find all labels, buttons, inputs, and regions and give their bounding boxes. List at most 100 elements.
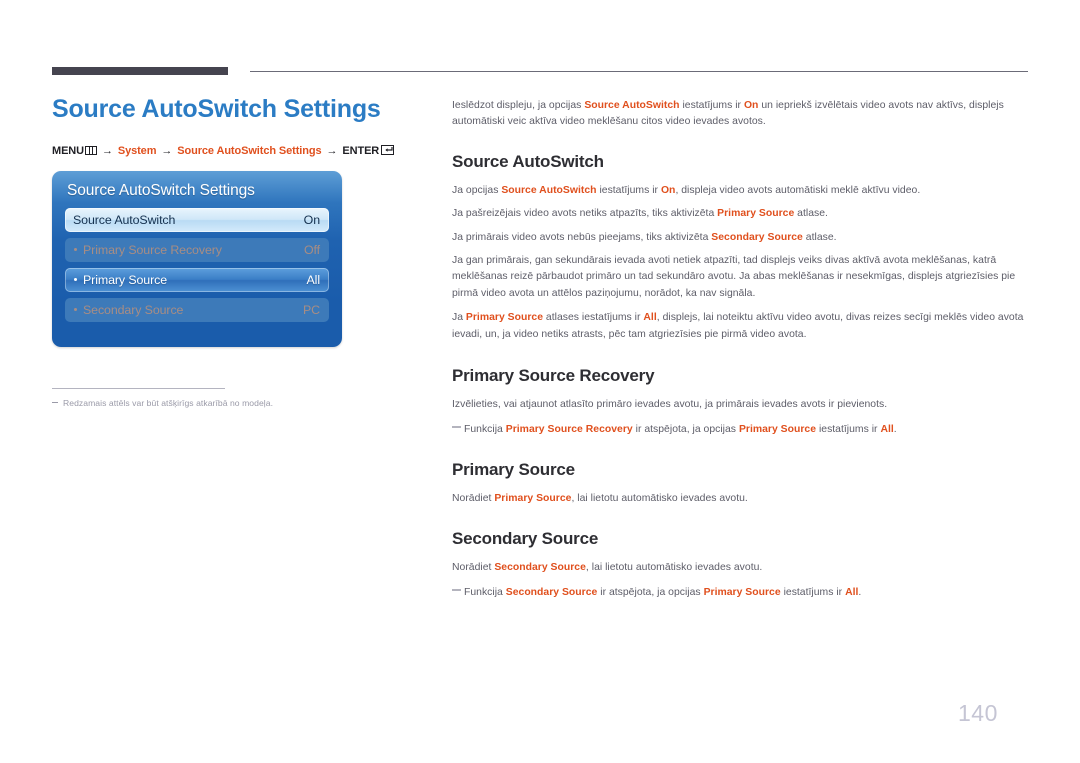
section-source-autoswitch: Source AutoSwitch Ja opcijas Source Auto… (452, 152, 1030, 344)
para-keyword-1: Source AutoSwitch (501, 185, 597, 197)
enter-return-icon (381, 144, 395, 155)
section-heading: Secondary Source (452, 529, 599, 549)
left-footnote: Redzamais attēls var būt atšķirīgs atkar… (52, 388, 392, 408)
footnote-keyword-1: Primary Source Recovery (505, 423, 633, 435)
footnote-text-d: . (858, 587, 862, 599)
right-column: Ieslēdzot displeju, ja opcijas Source Au… (452, 98, 1030, 601)
intro-text-a: Ieslēdzot displeju, ja opcijas (452, 100, 585, 111)
header-accent-bar (52, 67, 228, 75)
section-heading: Source AutoSwitch (452, 152, 604, 172)
section-paragraph: Ja Primary Source atlases iestatījums ir… (452, 310, 1030, 344)
osd-row-label-wrap: Source AutoSwitch (73, 213, 175, 227)
para-keyword-1: Primary Source (465, 312, 544, 324)
section-paragraph: Norādiet Primary Source, lai lietotu aut… (452, 491, 1030, 507)
osd-row-label: Primary Source Recovery (83, 242, 222, 257)
footnote-text-b: ir atspējota, ja opcijas (632, 423, 739, 435)
footnote-keyword-3: All (845, 587, 859, 599)
footnote-dash-icon (52, 402, 58, 403)
osd-row-value: Off (304, 242, 320, 257)
footnote-text-c: iestatījums ir (816, 423, 881, 435)
footnote-dash-icon (452, 589, 461, 592)
section-secondary-source: Secondary Source Norādiet Secondary Sour… (452, 529, 1030, 601)
osd-row-secondary-source[interactable]: Secondary Source PC (65, 297, 329, 322)
para-text-b: iestatījums ir (596, 185, 661, 197)
footnote-keyword-2: Primary Source (738, 423, 817, 435)
footnote-text-wrap: Redzamais attēls var būt atšķirīgs atkar… (52, 398, 392, 408)
page-number: 140 (958, 700, 998, 726)
bullet-icon (74, 248, 77, 251)
footnote-keyword-3: All (880, 423, 894, 435)
osd-row-list: Source AutoSwitch On Primary Source Reco… (52, 207, 342, 322)
footnote-text-d: . (893, 423, 897, 435)
breadcrumb: MENU → System → Source AutoSwitch Settin… (52, 144, 424, 157)
breadcrumb-menu-label: MENU (52, 144, 84, 157)
breadcrumb-arrow-2: → (161, 144, 173, 157)
page-title: Source AutoSwitch Settings (52, 95, 381, 123)
footnote-keyword-1: Secondary Source (505, 587, 598, 599)
osd-row-value: PC (302, 302, 320, 317)
header-rule-line (250, 71, 1028, 72)
menu-grid-icon (85, 145, 97, 155)
para-text-c: atlase. (802, 231, 837, 243)
bullet-icon (74, 308, 77, 311)
para-text-a: Norādiet (452, 562, 495, 574)
footnote-text-c: iestatījums ir (780, 587, 846, 599)
breadcrumb-enter-label: ENTER (342, 144, 380, 157)
intro-text-b: iestatījums ir (679, 100, 744, 111)
bullet-icon (74, 278, 77, 281)
section-paragraph: Ja primārais video avots nebūs pieejams,… (452, 230, 1030, 246)
para-text-c: atlase. (794, 208, 828, 220)
breadcrumb-arrow-1: → (101, 144, 113, 157)
footnote-keyword-2: Primary Source (703, 587, 781, 599)
para-text-a: Ja primārais video avots nebūs pieejams,… (452, 231, 712, 243)
osd-panel-title: Source AutoSwitch Settings (67, 181, 255, 199)
osd-row-primary-source-recovery[interactable]: Primary Source Recovery Off (65, 237, 329, 262)
section-paragraph: Ja pašreizējais video avots netiks atpaz… (452, 206, 1030, 222)
para-keyword-1: Secondary Source (494, 562, 586, 574)
para-keyword-1: Primary Source (494, 493, 572, 505)
section-heading: Primary Source (452, 460, 575, 480)
para-text-a: Ja gan primārais, gan sekundārais ievada… (452, 254, 1016, 300)
para-text-c: , lai lietotu automātisko ievades avotu. (571, 493, 748, 505)
footnote-text-b: ir atspējota, ja opcijas (597, 587, 704, 599)
breadcrumb-item-source-autoswitch-settings[interactable]: Source AutoSwitch Settings (177, 145, 321, 157)
para-text-a: Ja opcijas (452, 185, 502, 197)
left-column: Source AutoSwitch Settings MENU → System… (52, 95, 424, 347)
footnote-text-a: Funkcija (464, 423, 506, 435)
osd-preview-panel: Source AutoSwitch Settings Source AutoSw… (52, 170, 342, 347)
para-text-b: atlases iestatījums ir (543, 312, 644, 324)
section-paragraph: Ja opcijas Source AutoSwitch iestatījums… (452, 183, 1030, 199)
para-text-a: Norādiet (452, 493, 495, 505)
para-text-c: , displeja video avots automātiski meklē… (675, 185, 921, 197)
para-keyword-1: Primary Source (717, 208, 795, 220)
osd-row-label-wrap: Secondary Source (73, 303, 183, 317)
section-footnote: Funkcija Primary Source Recovery ir atsp… (452, 422, 1030, 438)
footnote-text-a: Funkcija (464, 587, 506, 599)
osd-row-label-wrap: Primary Source Recovery (73, 243, 222, 257)
osd-row-label-wrap: Primary Source (73, 273, 167, 287)
para-text-c: , lai lietotu automātisko ievades avotu. (585, 562, 763, 574)
para-text-a: Ja (452, 312, 466, 324)
para-keyword-1: Secondary Source (711, 231, 803, 243)
osd-row-label: Secondary Source (83, 302, 184, 317)
intro-keyword-1: Source AutoSwitch (584, 100, 680, 111)
osd-row-primary-source[interactable]: Primary Source All (65, 267, 329, 292)
osd-row-value: On (303, 212, 320, 227)
para-text-a: Izvēlieties, vai atjaunot atlasīto primā… (452, 398, 888, 410)
breadcrumb-item-system[interactable]: System (118, 145, 157, 157)
para-keyword-2: All (643, 312, 657, 324)
section-primary-source: Primary Source Norādiet Primary Source, … (452, 460, 1030, 507)
section-heading: Primary Source Recovery (452, 365, 655, 385)
breadcrumb-arrow-3: → (326, 144, 338, 157)
footnote-divider (52, 388, 225, 389)
section-footnote: Funkcija Secondary Source ir atspējota, … (452, 585, 1030, 601)
footnote-text: Redzamais attēls var būt atšķirīgs atkar… (63, 398, 274, 408)
osd-row-source-autoswitch[interactable]: Source AutoSwitch On (65, 207, 329, 232)
section-paragraph: Ja gan primārais, gan sekundārais ievada… (452, 253, 1030, 304)
section-paragraph: Izvēlieties, vai atjaunot atlasīto primā… (452, 397, 1030, 413)
intro-keyword-2: On (743, 100, 759, 111)
section-paragraph: Norādiet Secondary Source, lai lietotu a… (452, 560, 1030, 576)
intro-paragraph: Ieslēdzot displeju, ja opcijas Source Au… (452, 98, 1030, 130)
footnote-dash-icon (452, 425, 461, 428)
para-keyword-2: On (660, 185, 676, 197)
